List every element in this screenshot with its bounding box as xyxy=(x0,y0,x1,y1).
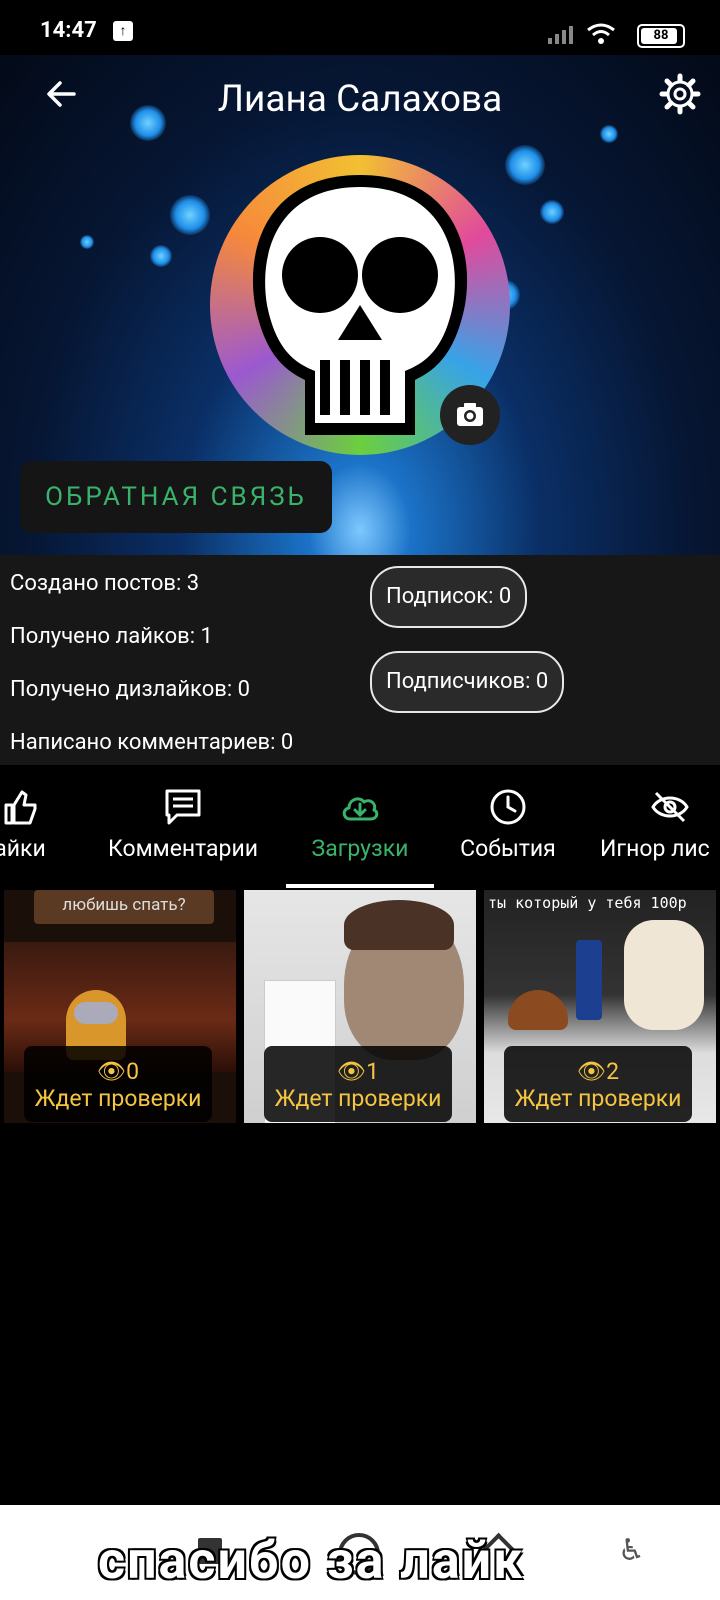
upload-caption: любишь спать? xyxy=(34,890,214,924)
upload-caption: ты который у тебя 100р xyxy=(488,894,687,912)
tab-likes[interactable]: айки xyxy=(0,765,60,890)
smiley-emoji-icon: 😃 xyxy=(566,1523,625,1589)
profile-tabs: айки Комментарии Загрузки События Игнор … xyxy=(0,765,720,890)
posts-count: Создано постов: 3 xyxy=(10,571,200,596)
comments-count: Написано комментариев: 0 xyxy=(10,730,294,755)
moderation-status: Ждет проверки xyxy=(34,1085,202,1112)
signal-icon xyxy=(548,26,573,44)
tab-ignore-list[interactable]: Игнор лис xyxy=(600,765,720,890)
tab-events[interactable]: События xyxy=(448,765,568,890)
tab-uploads[interactable]: Загрузки xyxy=(290,765,430,890)
wifi-icon xyxy=(587,23,615,44)
upload-item[interactable]: 👁1 Ждет проверки xyxy=(244,890,476,1123)
comment-icon xyxy=(165,789,201,825)
view-count: 👁2 xyxy=(576,1058,620,1085)
likes-count: Получено лайков: 1 xyxy=(10,624,213,649)
eye-icon: 👁 xyxy=(336,1058,367,1085)
view-count: 👁0 xyxy=(96,1058,140,1085)
view-count: 👁1 xyxy=(336,1058,380,1085)
upload-item[interactable]: ты который у тебя 100р 👁2 Ждет проверки xyxy=(484,890,716,1123)
moderation-status: Ждет проверки xyxy=(514,1085,682,1112)
active-tab-indicator xyxy=(286,884,434,888)
battery-icon: 88 xyxy=(637,24,685,48)
tab-comments[interactable]: Комментарии xyxy=(98,765,268,890)
upload-status-badge: 👁2 Ждет проверки xyxy=(504,1046,692,1122)
upload-notification-icon: ↑ xyxy=(113,21,133,41)
upload-status-badge: 👁1 Ждет проверки xyxy=(264,1046,452,1122)
moderation-status: Ждет проверки xyxy=(274,1085,442,1112)
feedback-button[interactable]: ОБРАТНАЯ СВЯЗЬ xyxy=(20,461,332,533)
settings-gear-icon[interactable] xyxy=(658,72,702,116)
subscribers-button[interactable]: Подписчиков: 0 xyxy=(370,651,565,713)
thumb-up-icon xyxy=(4,790,37,825)
upload-status-badge: 👁0 Ждет проверки xyxy=(24,1046,212,1122)
change-photo-button[interactable] xyxy=(440,385,500,445)
eye-off-icon xyxy=(651,791,689,823)
subscriptions-button[interactable]: Подписок: 0 xyxy=(370,566,528,628)
camera-icon xyxy=(457,403,483,426)
clock-icon xyxy=(490,789,526,825)
status-time: 14:47 xyxy=(40,18,97,43)
profile-name: Лиана Салахова xyxy=(217,78,503,121)
cloud-download-icon xyxy=(342,797,379,821)
eye-icon: 👁 xyxy=(576,1058,607,1085)
eye-icon: 👁 xyxy=(96,1058,127,1085)
overlay-caption: спасибо за лайк xyxy=(98,1530,525,1591)
upload-item[interactable]: любишь спать? 👁0 Ждет проверки xyxy=(4,890,236,1123)
dislikes-count: Получено дизлайков: 0 xyxy=(10,677,250,702)
thumbnail-image xyxy=(508,990,568,1030)
